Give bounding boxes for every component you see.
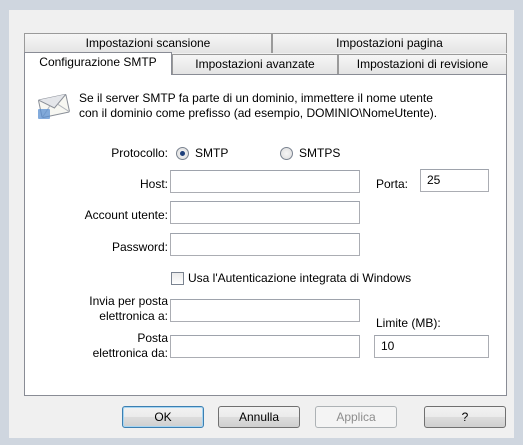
password-label: Password: [111, 240, 168, 254]
from-input[interactable] [170, 335, 360, 358]
window-bottom-edge [0, 438, 523, 445]
limit-input[interactable]: 10 [374, 335, 489, 358]
port-label: Porta: [376, 177, 409, 191]
tab-review-settings[interactable]: Impostazioni di revisione [338, 54, 507, 74]
account-label: Account utente: [84, 208, 168, 222]
smtp-panel: Se il server SMTP fa parte di un dominio… [24, 74, 507, 396]
info-text-line-2: con il dominio come prefisso (ad esempio… [79, 106, 438, 120]
help-button[interactable]: ? [424, 406, 506, 428]
envelope-icon [37, 91, 71, 121]
windows-auth-checkbox[interactable] [171, 272, 184, 285]
info-text-line-1: Se il server SMTP fa parte di un dominio… [79, 91, 433, 105]
password-input[interactable] [170, 233, 360, 256]
host-label: Host: [139, 177, 168, 191]
send-to-label-line-2: elettronica a: [99, 309, 168, 323]
protocol-smtps-label[interactable]: SMTPS [299, 146, 340, 160]
from-label-line-1: Posta [137, 331, 168, 345]
ok-button[interactable]: OK [122, 406, 204, 428]
tab-advanced-settings[interactable]: Impostazioni avanzate [172, 54, 338, 74]
protocol-smtp-radio[interactable] [176, 147, 189, 160]
apply-button[interactable]: Applica [315, 406, 397, 428]
send-to-label-line-1: Invia per posta [89, 294, 168, 308]
send-to-input[interactable] [170, 299, 360, 322]
tab-smtp-configuration[interactable]: Configurazione SMTP [24, 52, 172, 75]
limit-label: Limite (MB): [376, 316, 441, 330]
protocol-smtp-label[interactable]: SMTP [195, 146, 228, 160]
account-input[interactable] [170, 201, 360, 224]
tab-page-settings[interactable]: Impostazioni pagina [272, 33, 507, 53]
protocol-label: Protocollo: [111, 146, 168, 160]
tab-scan-settings[interactable]: Impostazioni scansione [24, 33, 272, 53]
from-label-line-2: elettronica da: [92, 346, 168, 360]
protocol-smtps-radio[interactable] [280, 147, 293, 160]
host-input[interactable] [170, 170, 360, 193]
cancel-button[interactable]: Annulla [218, 406, 300, 428]
port-input[interactable]: 25 [420, 169, 489, 192]
windows-auth-label[interactable]: Usa l'Autenticazione integrata di Window… [188, 271, 411, 285]
